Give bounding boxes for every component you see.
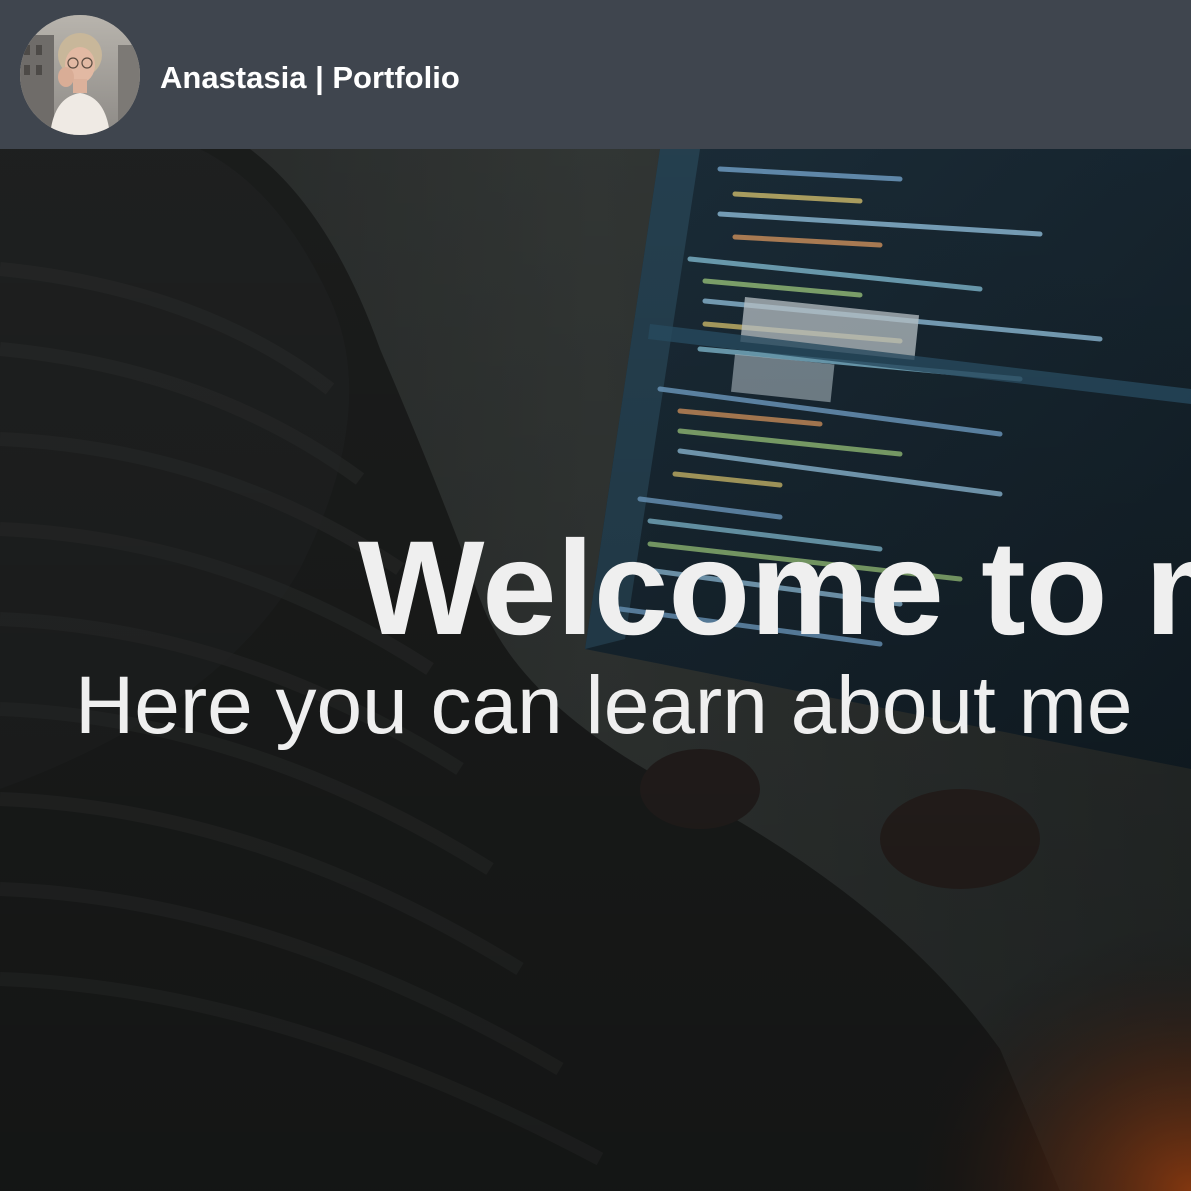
avatar[interactable] (20, 15, 140, 135)
brand-title[interactable]: Anastasia | Portfolio (160, 60, 460, 96)
hero-subtitle: Here you can learn about me (75, 660, 1133, 751)
profile-photo-icon (20, 15, 140, 135)
navbar: Anastasia | Portfolio (0, 0, 1191, 149)
hero-section: Welcome to m Here you can learn about me (0, 149, 1191, 1191)
hero-title: Welcome to m (358, 514, 1191, 663)
